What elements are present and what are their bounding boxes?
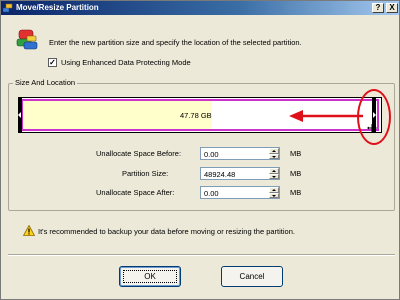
space-after-value: 0.00: [204, 189, 219, 198]
partition-size-field-label: Partition Size:: [122, 169, 169, 178]
window-title: Move/Resize Partition: [16, 3, 99, 12]
annotation-circle: [357, 89, 391, 145]
space-after-input[interactable]: 0.00: [200, 186, 280, 199]
space-before-value: 0.00: [204, 150, 219, 159]
warning-icon: [23, 225, 35, 236]
partition-size-spinner[interactable]: [269, 168, 279, 179]
ok-button[interactable]: OK: [119, 266, 181, 287]
partition-size-label: 47.78 GB: [180, 111, 212, 120]
enhanced-mode-label[interactable]: Using Enhanced Data Protecting Mode: [61, 58, 191, 67]
partition-size-value: 48924.48: [204, 170, 236, 179]
left-grip-icon: [18, 112, 21, 118]
spin-down-icon[interactable]: [269, 173, 279, 179]
space-after-label: Unallocate Space After:: [96, 188, 175, 197]
close-button[interactable]: X: [386, 3, 398, 13]
move-resize-dialog: Move/Resize Partition ? X Enter the new …: [0, 0, 400, 300]
space-after-spinner[interactable]: [269, 187, 279, 198]
app-icon: [3, 3, 13, 13]
annotation-arrow-icon: [289, 110, 363, 122]
cancel-label: Cancel: [239, 272, 265, 281]
backup-warning-text: It's recommended to backup your data bef…: [38, 227, 295, 236]
size-location-legend: Size And Location: [13, 78, 78, 87]
spin-down-icon[interactable]: [269, 192, 279, 198]
title-bar[interactable]: Move/Resize Partition ? X: [1, 1, 399, 15]
ok-label: OK: [144, 272, 156, 281]
cancel-button[interactable]: Cancel: [221, 266, 283, 287]
space-before-unit: MB: [290, 149, 302, 158]
spin-down-icon[interactable]: [269, 153, 279, 159]
space-before-label: Unallocate Space Before:: [96, 149, 182, 158]
footer-divider: [8, 254, 395, 256]
space-before-input[interactable]: 0.00: [200, 147, 280, 160]
partition-size-input[interactable]: 48924.48: [200, 167, 280, 180]
partition-size-unit: MB: [290, 169, 302, 178]
help-button[interactable]: ?: [372, 3, 384, 13]
instruction-text: Enter the new partition size and specify…: [49, 38, 302, 47]
space-after-unit: MB: [290, 188, 302, 197]
enhanced-mode-checkbox[interactable]: ✓: [48, 58, 57, 67]
space-before-spinner[interactable]: [269, 148, 279, 159]
partition-move-icon: [16, 29, 38, 50]
